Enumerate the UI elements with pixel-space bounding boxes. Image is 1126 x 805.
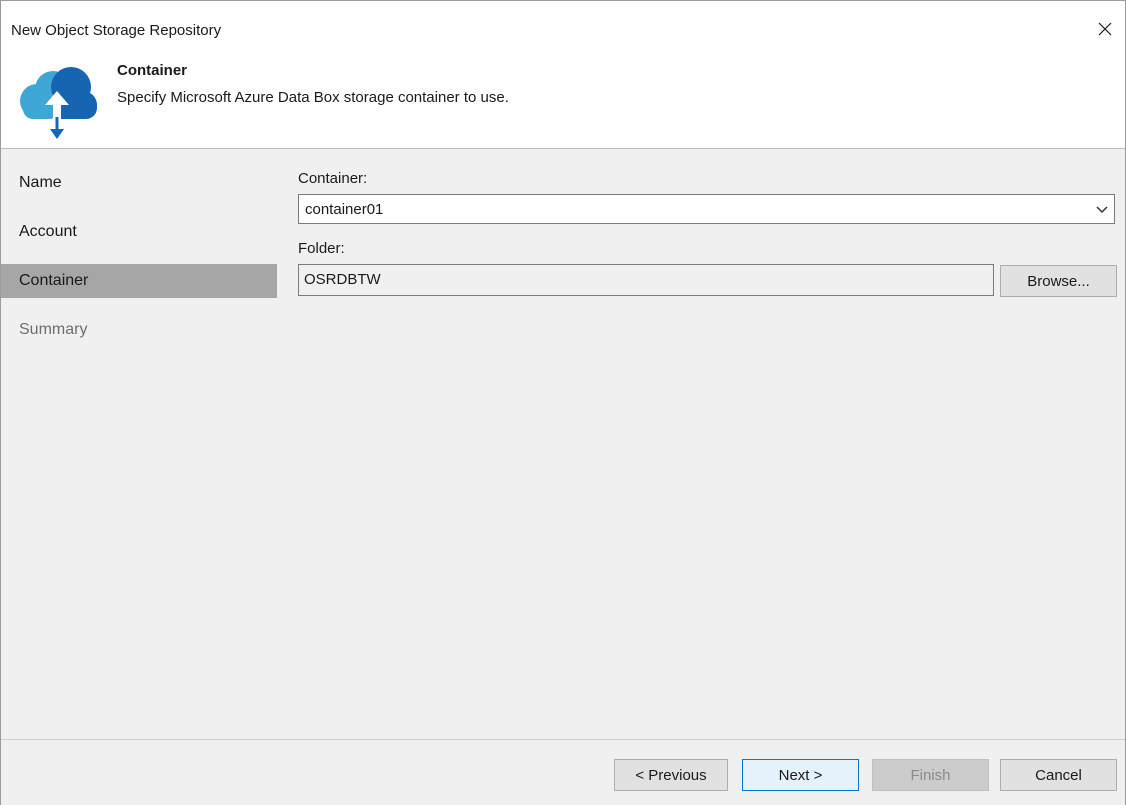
folder-field-value: OSRDBTW <box>304 271 381 288</box>
step-description: Specify Microsoft Azure Data Box storage… <box>117 89 509 106</box>
cancel-button[interactable]: Cancel <box>1000 759 1117 791</box>
nav-item-account[interactable]: Account <box>1 215 277 249</box>
nav-item-container[interactable]: Container <box>1 264 277 298</box>
step-title: Container <box>117 62 188 79</box>
wizard-footer: < Previous Next > Finish Cancel <box>1 739 1125 805</box>
finish-button: Finish <box>872 759 989 791</box>
container-label: Container: <box>298 170 368 187</box>
next-button[interactable]: Next > <box>742 759 859 791</box>
browse-button[interactable]: Browse... <box>1000 265 1117 297</box>
container-select[interactable]: container01 <box>298 194 1115 224</box>
folder-label: Folder: <box>298 240 345 257</box>
chevron-down-icon <box>1096 206 1108 214</box>
step-content: Container: container01 Folder: OSRDBTW B… <box>278 149 1125 739</box>
title-bar: New Object Storage Repository <box>1 1 1125 53</box>
previous-button[interactable]: < Previous <box>614 759 728 791</box>
nav-item-name[interactable]: Name <box>1 166 277 200</box>
wizard-header: Container Specify Microsoft Azure Data B… <box>1 53 1125 149</box>
cloud-upload-download-icon <box>20 67 97 139</box>
nav-item-summary: Summary <box>19 321 88 338</box>
close-button[interactable] <box>1085 11 1125 47</box>
folder-field[interactable]: OSRDBTW <box>298 264 994 296</box>
close-icon <box>1098 22 1112 36</box>
wizard-window: New Object Storage Repository Container … <box>0 0 1126 805</box>
wizard-steps-nav: Name Account Container Summary <box>1 149 278 739</box>
container-select-value: container01 <box>305 201 384 218</box>
window-title: New Object Storage Repository <box>11 22 222 39</box>
